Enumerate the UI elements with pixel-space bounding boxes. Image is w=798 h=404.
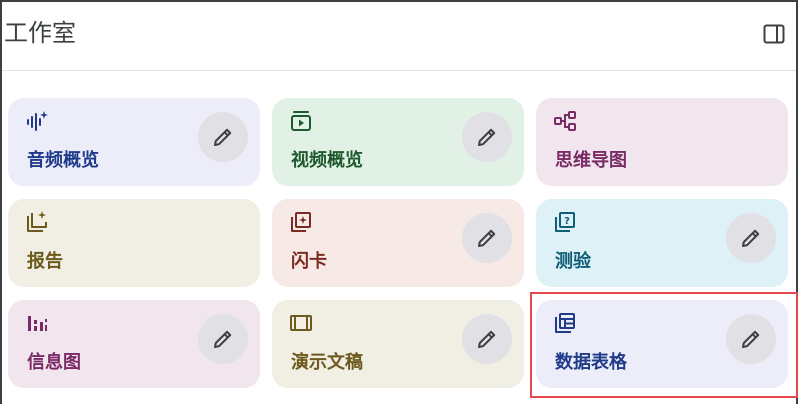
data-table-icon bbox=[553, 311, 577, 335]
audio-sparkle-icon bbox=[25, 109, 49, 133]
tool-card-quiz[interactable]: ? 测验 bbox=[536, 199, 788, 287]
edit-button[interactable] bbox=[726, 213, 776, 263]
edit-button[interactable] bbox=[726, 314, 776, 364]
edit-button[interactable] bbox=[462, 314, 512, 364]
tool-card-label: 音频概览 bbox=[27, 150, 99, 171]
tool-card-label: 思维导图 bbox=[555, 150, 627, 171]
tool-card-label: 闪卡 bbox=[291, 251, 327, 272]
tool-card-audio-overview[interactable]: 音频概览 bbox=[8, 98, 260, 186]
tool-card-label: 测验 bbox=[555, 251, 591, 272]
tool-card-label: 演示文稿 bbox=[291, 352, 363, 373]
studio-panel: 工作室 音频概览 视频概览 思维导图 报告 闪卡 ? 测验 信息图 演示文稿 数… bbox=[0, 0, 798, 404]
svg-text:?: ? bbox=[564, 216, 570, 227]
tool-card-label: 数据表格 bbox=[555, 352, 627, 373]
mind-map-icon bbox=[553, 109, 577, 133]
flashcards-icon bbox=[289, 210, 313, 234]
tool-card-infographic[interactable]: 信息图 bbox=[8, 300, 260, 388]
pencil-icon bbox=[214, 330, 232, 348]
tool-card-slides[interactable]: 演示文稿 bbox=[272, 300, 524, 388]
tool-card-label: 视频概览 bbox=[291, 150, 363, 171]
edit-button[interactable] bbox=[198, 112, 248, 162]
tool-card-video-overview[interactable]: 视频概览 bbox=[272, 98, 524, 186]
video-play-icon bbox=[289, 109, 313, 133]
pencil-icon bbox=[742, 229, 760, 247]
pencil-icon bbox=[478, 128, 496, 146]
edit-button[interactable] bbox=[462, 213, 512, 263]
tool-card-label: 信息图 bbox=[27, 352, 81, 373]
dock-right-icon bbox=[763, 24, 785, 44]
edit-button[interactable] bbox=[462, 112, 512, 162]
pencil-icon bbox=[214, 128, 232, 146]
tool-card-report[interactable]: 报告 bbox=[8, 199, 260, 287]
panel-toggle-button[interactable] bbox=[760, 20, 788, 48]
tool-card-label: 报告 bbox=[27, 251, 63, 272]
tool-card-data-table[interactable]: 数据表格 bbox=[536, 300, 788, 388]
tool-card-flashcards[interactable]: 闪卡 bbox=[272, 199, 524, 287]
panel-header: 工作室 bbox=[2, 2, 796, 71]
report-sparkle-icon bbox=[25, 210, 49, 234]
pencil-icon bbox=[742, 330, 760, 348]
tool-card-mind-map[interactable]: 思维导图 bbox=[536, 98, 788, 186]
quiz-icon: ? bbox=[553, 210, 577, 234]
infographic-icon bbox=[25, 311, 49, 335]
panel-title: 工作室 bbox=[4, 19, 76, 47]
edit-button[interactable] bbox=[198, 314, 248, 364]
slides-icon bbox=[289, 311, 313, 335]
pencil-icon bbox=[478, 229, 496, 247]
pencil-icon bbox=[478, 330, 496, 348]
